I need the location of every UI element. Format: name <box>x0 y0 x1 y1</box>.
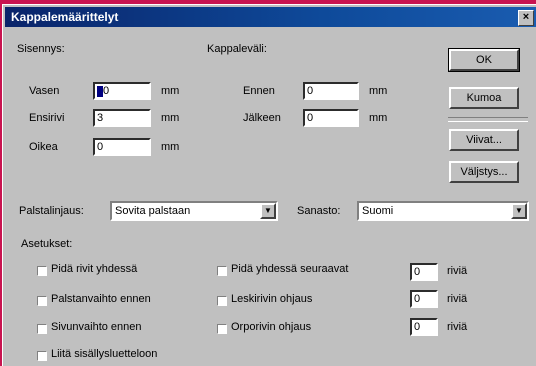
page-break-checkbox[interactable] <box>37 324 47 334</box>
widow-checkbox[interactable] <box>217 296 227 306</box>
cancel-button[interactable]: Kumoa <box>449 87 519 109</box>
close-button[interactable]: × <box>518 10 534 26</box>
before-unit: mm <box>369 85 388 97</box>
right-indent-input[interactable]: 0 <box>93 138 151 156</box>
orphan-label: Orporivin ohjaus <box>231 321 312 333</box>
before-label: Ennen <box>243 85 275 97</box>
dictionary-select[interactable]: Suomi ▼ <box>357 201 529 221</box>
lines-button[interactable]: Viivat... <box>449 129 519 151</box>
orphan-rows-input[interactable]: 0 <box>410 318 438 336</box>
column-align-value: Sovita palstaan <box>115 205 191 217</box>
keep-lines-checkbox[interactable] <box>37 266 47 276</box>
column-break-checkbox[interactable] <box>37 296 47 306</box>
left-indent-label: Vasen <box>29 85 60 97</box>
column-align-select[interactable]: Sovita palstaan ▼ <box>110 201 278 221</box>
dictionary-value: Suomi <box>362 205 394 217</box>
toc-checkbox[interactable] <box>37 351 47 361</box>
spacing-title: Kappaleväli: <box>207 43 267 55</box>
button-separator <box>448 117 528 122</box>
ok-button[interactable]: OK <box>448 48 520 72</box>
chevron-down-icon[interactable]: ▼ <box>260 203 276 219</box>
keep-lines-label: Pidä rivit yhdessä <box>51 263 138 275</box>
after-input[interactable]: 0 <box>303 109 359 127</box>
after-label: Jälkeen <box>243 112 281 124</box>
dialog-title: Kappalemäärittelyt <box>11 10 119 24</box>
right-indent-unit: mm <box>161 141 180 153</box>
left-indent-input[interactable]: 0 <box>93 82 151 100</box>
column-align-label: Palstalinjaus: <box>19 205 84 217</box>
dictionary-label: Sanasto: <box>297 205 341 217</box>
widow-rows-input[interactable]: 0 <box>410 290 438 308</box>
keep-next-checkbox[interactable] <box>217 266 227 276</box>
orphan-rows-unit: riviä <box>447 321 468 333</box>
left-indent-value: 0 <box>103 85 110 97</box>
first-line-unit: mm <box>161 112 180 124</box>
page-break-label: Sivunvaihto ennen <box>51 321 142 333</box>
after-unit: mm <box>369 112 388 124</box>
widow-rows-unit: riviä <box>447 293 468 305</box>
toc-label: Liitä sisällysluetteloon <box>51 348 158 360</box>
before-input[interactable]: 0 <box>303 82 359 100</box>
right-indent-label: Oikea <box>29 141 58 153</box>
paragraph-dialog: Kappalemäärittelyt × Sisennys: Vasen 0 m… <box>2 4 536 366</box>
widow-label: Leskirivin ohjaus <box>231 293 313 305</box>
keep-next-rows-input[interactable]: 0 <box>410 263 438 281</box>
first-line-input[interactable]: 3 <box>93 109 151 127</box>
orphan-checkbox[interactable] <box>217 324 227 334</box>
first-line-label: Ensirivi <box>29 112 65 124</box>
keep-next-rows-unit: riviä <box>447 265 468 277</box>
column-break-label: Palstanvaihto ennen <box>51 293 151 305</box>
colors-button[interactable]: Väljstys... <box>449 161 519 183</box>
title-bar: Kappalemäärittelyt × <box>5 7 536 27</box>
close-icon: × <box>522 11 530 23</box>
left-indent-unit: mm <box>161 85 180 97</box>
keep-next-label: Pidä yhdessä seuraavat <box>231 263 349 275</box>
chevron-down-icon[interactable]: ▼ <box>511 203 527 219</box>
settings-title: Asetukset: <box>21 238 73 250</box>
indent-title: Sisennys: <box>17 43 65 55</box>
